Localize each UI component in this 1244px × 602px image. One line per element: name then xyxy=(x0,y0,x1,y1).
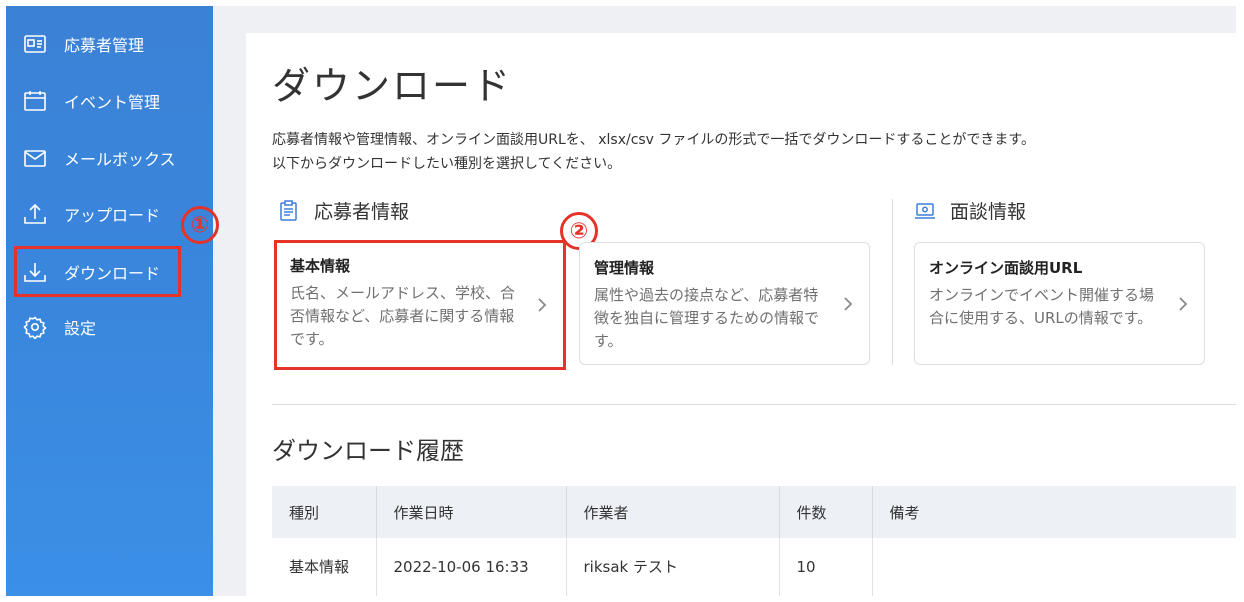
chevron-right-icon xyxy=(538,298,547,312)
table-cell-count: 10 xyxy=(779,538,873,596)
step-marker-1: ① xyxy=(181,206,219,244)
download-highlight-box xyxy=(14,246,181,297)
history-table: 種別 作業日時 作業者 件数 備考 基本情報 2022-10-06 16:33 … xyxy=(272,486,1236,596)
card-description: 氏名、メールアドレス、学校、合否情報など、応募者に関する情報です。 xyxy=(290,284,516,348)
sidebar-item-applicants[interactable]: 応募者管理 xyxy=(22,28,144,60)
description-line-1: 応募者情報や管理情報、オンライン面談用URLを、 xlsx/csv ファイルの形… xyxy=(272,132,1036,148)
card-management-info[interactable]: 管理情報 属性や過去の接点など、応募者特徴を独自に管理するための情報です。 xyxy=(579,242,870,365)
card-description: 属性や過去の接点など、応募者特徴を独自に管理するための情報です。 xyxy=(594,286,820,350)
card-description: オンラインでイベント開催する場合に使用する、URLの情報です。 xyxy=(929,286,1155,327)
column-header: 種別 xyxy=(272,486,377,538)
sidebar-item-settings[interactable]: 設定 xyxy=(22,311,96,343)
app-frame: 応募者管理 イベント管理 メールボックス アップロード ダウンロード 設定 ① … xyxy=(6,6,1236,596)
section-applicant-info: 応募者情報 xyxy=(278,197,409,224)
table-cell-datetime: 2022-10-06 16:33 xyxy=(376,538,567,596)
table-header-row: 種別 作業日時 作業者 件数 備考 xyxy=(272,486,1236,538)
column-header: 件数 xyxy=(779,486,873,538)
laptop-icon xyxy=(915,202,935,219)
main-panel: ダウンロード 応募者情報や管理情報、オンライン面談用URLを、 xlsx/csv… xyxy=(246,33,1236,596)
gear-icon xyxy=(22,314,48,340)
section-label: 応募者情報 xyxy=(314,201,410,223)
column-header: 作業日時 xyxy=(376,486,567,538)
section-label: 面談情報 xyxy=(950,201,1027,223)
description-line-2: 以下からダウンロードしたい種別を選択してください。 xyxy=(272,156,622,172)
mail-icon xyxy=(22,145,48,171)
chevron-right-icon xyxy=(1179,296,1188,311)
sidebar: 応募者管理 イベント管理 メールボックス アップロード ダウンロード 設定 xyxy=(6,6,213,596)
content-divider xyxy=(272,404,1236,405)
sidebar-item-label: 応募者管理 xyxy=(64,36,145,55)
table-row[interactable]: 基本情報 2022-10-06 16:33 riksak テスト 10 xyxy=(272,538,1236,596)
table-cell-note xyxy=(872,538,1236,596)
sidebar-item-label: 設定 xyxy=(64,319,97,338)
page-description: 応募者情報や管理情報、オンライン面談用URLを、 xlsx/csv ファイルの形… xyxy=(272,128,1035,176)
column-header: 作業者 xyxy=(566,486,780,538)
card-title: オンライン面談用URL xyxy=(929,259,1083,277)
table-cell-operator: riksak テスト xyxy=(566,538,780,596)
section-divider xyxy=(892,199,893,365)
table-cell-type: 基本情報 xyxy=(272,538,377,596)
upload-icon xyxy=(22,201,48,227)
card-title: 管理情報 xyxy=(594,259,655,277)
sidebar-item-upload[interactable]: アップロード xyxy=(22,198,160,230)
chevron-right-icon xyxy=(844,296,853,311)
column-header: 備考 xyxy=(872,486,1236,538)
history-title: ダウンロード履歴 xyxy=(272,437,464,465)
card-online-interview-url[interactable]: オンライン面談用URL オンラインでイベント開催する場合に使用する、URLの情報… xyxy=(914,242,1205,365)
id-card-icon xyxy=(22,31,48,57)
calendar-icon xyxy=(22,88,48,114)
sidebar-item-label: メールボックス xyxy=(64,150,176,169)
sidebar-item-mailbox[interactable]: メールボックス xyxy=(22,142,176,174)
sidebar-item-events[interactable]: イベント管理 xyxy=(22,85,160,117)
section-interview-info: 面談情報 xyxy=(914,197,1026,224)
card-title: 基本情報 xyxy=(290,257,351,275)
sidebar-item-label: イベント管理 xyxy=(64,93,161,112)
page-title: ダウンロード xyxy=(272,64,513,108)
sidebar-item-label: アップロード xyxy=(64,206,161,225)
card-basic-info[interactable]: 基本情報 氏名、メールアドレス、学校、合否情報など、応募者に関する情報です。 xyxy=(274,240,566,370)
document-icon xyxy=(280,199,297,221)
